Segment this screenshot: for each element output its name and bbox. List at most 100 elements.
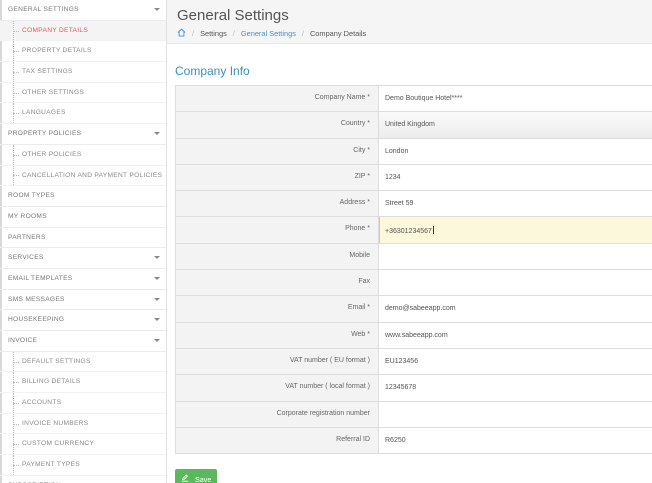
save-button[interactable]: Save: [175, 469, 217, 483]
sidebar-item-property-policies[interactable]: PROPERTY POLICIES: [0, 124, 166, 145]
edit-icon: [181, 474, 189, 483]
breadcrumb-settings[interactable]: Settings: [200, 29, 227, 38]
page-header: General Settings / Settings / General Se…: [167, 0, 652, 44]
sidebar-item-label: SMS MESSAGES: [8, 295, 65, 303]
caret-down-icon: [154, 8, 160, 11]
sidebar-item-label: CUSTOM CURRENCY: [22, 440, 95, 448]
sidebar-item-payment-types[interactable]: PAYMENT TYPES: [0, 455, 166, 476]
sidebar-item-label: ACCOUNTS: [22, 399, 62, 407]
form-row-zip: ZIP * 1234: [175, 164, 652, 192]
fax-input[interactable]: [379, 270, 652, 296]
sidebar-item-other-policies[interactable]: OTHER POLICIES: [0, 144, 166, 166]
sidebar-item-invoice-numbers[interactable]: INVOICE NUMBERS: [0, 413, 166, 435]
company-name-label: Company Name *: [175, 86, 379, 112]
sidebar-item-label: PARTNERS: [8, 233, 46, 241]
sidebar-item-property-details[interactable]: PROPERTY DETAILS: [0, 41, 166, 63]
vat-local-input[interactable]: 12345678: [379, 375, 652, 401]
sidebar-item-cancellation-and-payment-policies[interactable]: CANCELLATION AND PAYMENT POLICIES: [0, 165, 166, 187]
sidebar-item-sms-messages[interactable]: SMS MESSAGES: [0, 290, 166, 311]
form-row-fax: Fax: [175, 270, 652, 297]
sidebar-item-other-settings[interactable]: OTHER SETTINGS: [0, 82, 166, 104]
sidebar-item-housekeeping[interactable]: HOUSEKEEPING: [0, 310, 166, 331]
web-label: Web *: [175, 322, 379, 348]
sidebar-item-billing-details[interactable]: BILLING DETAILS: [0, 372, 166, 394]
email-input[interactable]: demo@sabeeapp.com: [379, 296, 652, 322]
city-label: City *: [175, 138, 379, 164]
form-row-vat-eu: VAT number ( EU format ) EU123456: [175, 348, 652, 376]
breadcrumb-general-settings[interactable]: General Settings: [241, 29, 296, 38]
caret-down-icon: [154, 256, 160, 260]
sidebar-item-accounts[interactable]: ACCOUNTS: [0, 393, 166, 414]
caret-down-icon: [154, 339, 160, 342]
sidebar-item-label: PAYMENT TYPES: [22, 461, 81, 469]
sidebar-item-label: INVOICE NUMBERS: [22, 419, 89, 427]
company-name-input[interactable]: Demo Boutique Hotel****: [379, 86, 652, 112]
phone-input[interactable]: +36301234567: [379, 217, 652, 243]
sidebar-item-tax-settings[interactable]: TAX SETTINGS: [0, 62, 166, 83]
sidebar-item-label: OTHER SETTINGS: [22, 88, 85, 96]
main-content: General Settings / Settings / General Se…: [167, 0, 652, 483]
form-row-mobile: Mobile: [175, 243, 652, 271]
sidebar-item-subscription[interactable]: SUBSCRIPTION: [0, 476, 166, 483]
caret-down-icon: [154, 318, 160, 322]
sidebar-item-email-templates[interactable]: EMAIL TEMPLATES: [0, 269, 166, 290]
form-row-country: Country * United Kingdom: [175, 112, 652, 139]
form-row-referral: Referral ID R6250: [175, 427, 652, 455]
sidebar-item-custom-currency[interactable]: CUSTOM CURRENCY: [0, 434, 166, 456]
sidebar-item-label: COMPANY DETAILS: [22, 26, 89, 34]
web-input[interactable]: www.sabeeapp.com: [379, 322, 652, 348]
vat-eu-input[interactable]: EU123456: [379, 348, 652, 375]
sidebar-item-company-details[interactable]: COMPANY DETAILS: [0, 20, 166, 42]
form-row-address: Address * Street 59: [175, 191, 652, 218]
home-icon[interactable]: [177, 28, 186, 39]
sidebar-nav: GENERAL SETTINGS COMPANY DETAILS PROPERTY …: [0, 0, 166, 483]
sidebar-item-label: LANGUAGES: [22, 109, 66, 117]
sidebar-item-label: EMAIL TEMPLATES: [8, 274, 73, 282]
breadcrumb-separator: /: [232, 29, 235, 38]
sidebar-item-label: BILLING DETAILS: [22, 378, 81, 386]
address-label: Address *: [175, 191, 379, 217]
country-select[interactable]: United Kingdom: [379, 112, 652, 138]
breadcrumb-separator: /: [192, 29, 195, 38]
section-title: Company Info: [175, 64, 250, 78]
country-label: Country *: [175, 112, 379, 138]
mobile-input[interactable]: [379, 243, 652, 270]
vat-local-label: VAT number ( local format ): [175, 375, 379, 401]
zip-label: ZIP *: [175, 164, 379, 191]
sidebar-item-label: MY ROOMS: [8, 212, 47, 220]
sidebar-item-my-rooms[interactable]: MY ROOMS: [0, 207, 166, 228]
sidebar-item-general-settings[interactable]: GENERAL SETTINGS: [0, 0, 166, 21]
sidebar-item-languages[interactable]: LANGUAGES: [0, 103, 166, 125]
breadcrumb-current: Company Details: [309, 29, 367, 38]
address-input[interactable]: Street 59: [379, 191, 652, 217]
company-info-form: Company Name * Demo Boutique Hotel**** C…: [175, 85, 652, 455]
sidebar-item-default-settings[interactable]: DEFAULT SETTINGS: [0, 351, 166, 373]
sidebar-item-partners[interactable]: PARTNERS: [0, 228, 166, 249]
sidebar-item-label: CANCELLATION AND PAYMENT POLICIES: [22, 171, 163, 179]
corp-reg-input[interactable]: [379, 401, 652, 427]
vat-eu-label: VAT number ( EU format ): [175, 348, 379, 375]
zip-input[interactable]: 1234: [379, 164, 652, 191]
sidebar-item-label: PROPERTY POLICIES: [8, 130, 82, 138]
sidebar-item-invoice[interactable]: INVOICE: [0, 331, 166, 352]
mobile-label: Mobile: [175, 243, 379, 270]
page-title: General Settings: [177, 7, 289, 24]
sidebar-item-label: TAX SETTINGS: [22, 68, 73, 76]
sidebar: GENERAL SETTINGS COMPANY DETAILS PROPERTY …: [0, 0, 167, 483]
sidebar-item-label: INVOICE: [8, 337, 38, 344]
sidebar-item-label: SERVICES: [8, 254, 44, 262]
form-row-vat-local: VAT number ( local format ) 12345678: [175, 375, 652, 402]
sidebar-item-services[interactable]: SERVICES: [0, 248, 166, 269]
corp-reg-label: Corporate registration number: [175, 401, 379, 427]
city-input[interactable]: London: [379, 138, 652, 164]
save-label: Save: [195, 474, 212, 483]
form-row-web: Web * www.sabeeapp.com: [175, 322, 652, 349]
breadcrumb: / Settings / General Settings / Company …: [177, 28, 366, 39]
sidebar-item-room-types[interactable]: ROOM TYPES: [0, 186, 166, 207]
caret-down-icon: [154, 297, 160, 301]
form-row-company-name: Company Name * Demo Boutique Hotel****: [175, 86, 652, 113]
caret-down-icon: [154, 132, 160, 136]
phone-label: Phone *: [175, 217, 379, 243]
form-row-phone: Phone * +36301234567: [175, 217, 652, 244]
sidebar-item-label: PROPERTY DETAILS: [22, 47, 92, 55]
